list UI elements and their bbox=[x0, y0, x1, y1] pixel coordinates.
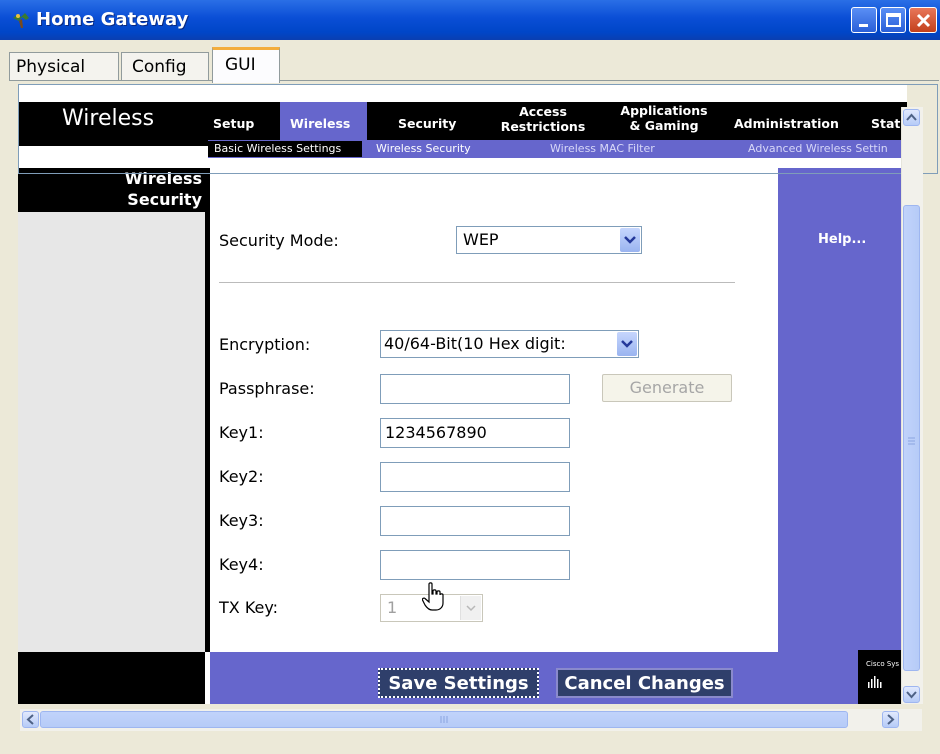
chevron-down-icon bbox=[620, 228, 640, 252]
nav-apps-line2: & Gaming bbox=[629, 118, 699, 133]
key4-label: Key4: bbox=[219, 555, 264, 574]
chevron-down-icon bbox=[906, 691, 917, 699]
router-page: Wireless Setup Wireless Security Access … bbox=[18, 84, 907, 704]
save-settings-button[interactable]: Save Settings bbox=[378, 668, 539, 698]
cisco-logo-text: Cisco Sys bbox=[866, 660, 900, 668]
chevron-right-icon bbox=[887, 714, 895, 725]
passphrase-label: Passphrase: bbox=[219, 379, 315, 398]
tab-physical[interactable]: Physical bbox=[9, 52, 119, 80]
nav-status[interactable]: Stat bbox=[871, 116, 900, 131]
close-icon bbox=[916, 13, 931, 28]
scroll-up-button[interactable] bbox=[903, 109, 920, 126]
help-panel bbox=[778, 168, 907, 704]
subnav-mac-filter[interactable]: Wireless MAC Filter bbox=[550, 140, 655, 158]
subnav-wireless-security[interactable]: Wireless Security bbox=[376, 140, 471, 158]
app-icon bbox=[13, 13, 29, 28]
key3-input[interactable] bbox=[380, 506, 570, 536]
minimize-button[interactable] bbox=[851, 7, 877, 33]
security-mode-value: WEP bbox=[463, 230, 499, 249]
maximize-icon bbox=[886, 13, 901, 27]
title-bar: Home Gateway bbox=[0, 0, 940, 40]
scroll-down-button[interactable] bbox=[903, 686, 920, 703]
maximize-button[interactable] bbox=[880, 7, 906, 33]
section-title: Wireless Security bbox=[18, 168, 202, 210]
encryption-label: Encryption: bbox=[219, 335, 311, 354]
nav-apps-line1: Applications bbox=[620, 103, 708, 118]
txkey-value: 1 bbox=[387, 598, 398, 617]
chevron-down-icon bbox=[460, 596, 481, 620]
nav-setup[interactable]: Setup bbox=[213, 116, 254, 131]
security-mode-select[interactable]: WEP bbox=[456, 226, 642, 254]
security-mode-label: Security Mode: bbox=[219, 231, 339, 250]
key1-input[interactable]: 1234567890 bbox=[380, 418, 570, 448]
cisco-bars-icon bbox=[868, 676, 882, 688]
close-button[interactable] bbox=[909, 7, 937, 33]
grip-icon bbox=[908, 437, 915, 445]
scroll-left-button[interactable] bbox=[22, 711, 39, 728]
cancel-changes-button[interactable]: Cancel Changes bbox=[556, 668, 733, 698]
chevron-left-icon bbox=[26, 714, 34, 725]
hand-cursor-icon bbox=[422, 582, 444, 611]
key4-input[interactable] bbox=[380, 550, 570, 580]
help-link[interactable]: Help... bbox=[818, 232, 866, 247]
window-title: Home Gateway bbox=[36, 9, 189, 30]
page-label: Wireless bbox=[62, 106, 155, 131]
encryption-value: 40/64-Bit(10 Hex digit: bbox=[384, 334, 566, 353]
section-title-line1: Wireless bbox=[124, 169, 202, 188]
key2-label: Key2: bbox=[219, 467, 264, 486]
key2-input[interactable] bbox=[380, 462, 570, 492]
passphrase-input[interactable] bbox=[380, 374, 570, 404]
nav-security[interactable]: Security bbox=[398, 116, 456, 131]
left-panel bbox=[18, 212, 205, 652]
minimize-icon bbox=[859, 24, 868, 27]
nav-wireless[interactable]: Wireless bbox=[290, 116, 350, 131]
generate-button[interactable]: Generate bbox=[602, 374, 732, 402]
subnav-basic-wireless[interactable]: Basic Wireless Settings bbox=[214, 140, 341, 158]
tab-strip: Physical Config GUI bbox=[0, 40, 940, 83]
tab-divider bbox=[9, 80, 939, 81]
nav-access-restrictions[interactable]: Access Restrictions bbox=[496, 104, 590, 134]
txkey-label: TX Key: bbox=[219, 598, 279, 617]
horizontal-scroll-thumb[interactable] bbox=[40, 711, 848, 728]
tab-config[interactable]: Config bbox=[121, 52, 209, 80]
encryption-select[interactable]: 40/64-Bit(10 Hex digit: bbox=[380, 330, 639, 358]
nav-access-line2: Restrictions bbox=[500, 119, 586, 134]
chevron-up-icon bbox=[906, 113, 917, 121]
left-footer bbox=[18, 652, 205, 704]
form-divider bbox=[219, 282, 735, 283]
vertical-scroll-thumb[interactable] bbox=[903, 205, 920, 671]
nav-access-line1: Access bbox=[519, 104, 567, 119]
nav-administration[interactable]: Administration bbox=[734, 116, 839, 131]
tab-gui[interactable]: GUI bbox=[212, 47, 280, 83]
section-title-line2: Security bbox=[127, 190, 202, 209]
cisco-logo: Cisco Sys bbox=[866, 660, 899, 690]
grip-icon bbox=[440, 716, 448, 723]
nav-applications-gaming[interactable]: Applications & Gaming bbox=[614, 103, 714, 133]
key3-label: Key3: bbox=[219, 511, 264, 530]
subnav-advanced[interactable]: Advanced Wireless Settin bbox=[748, 140, 888, 158]
key1-label: Key1: bbox=[219, 423, 264, 442]
chevron-down-icon bbox=[617, 332, 637, 356]
scroll-right-button[interactable] bbox=[882, 711, 899, 728]
